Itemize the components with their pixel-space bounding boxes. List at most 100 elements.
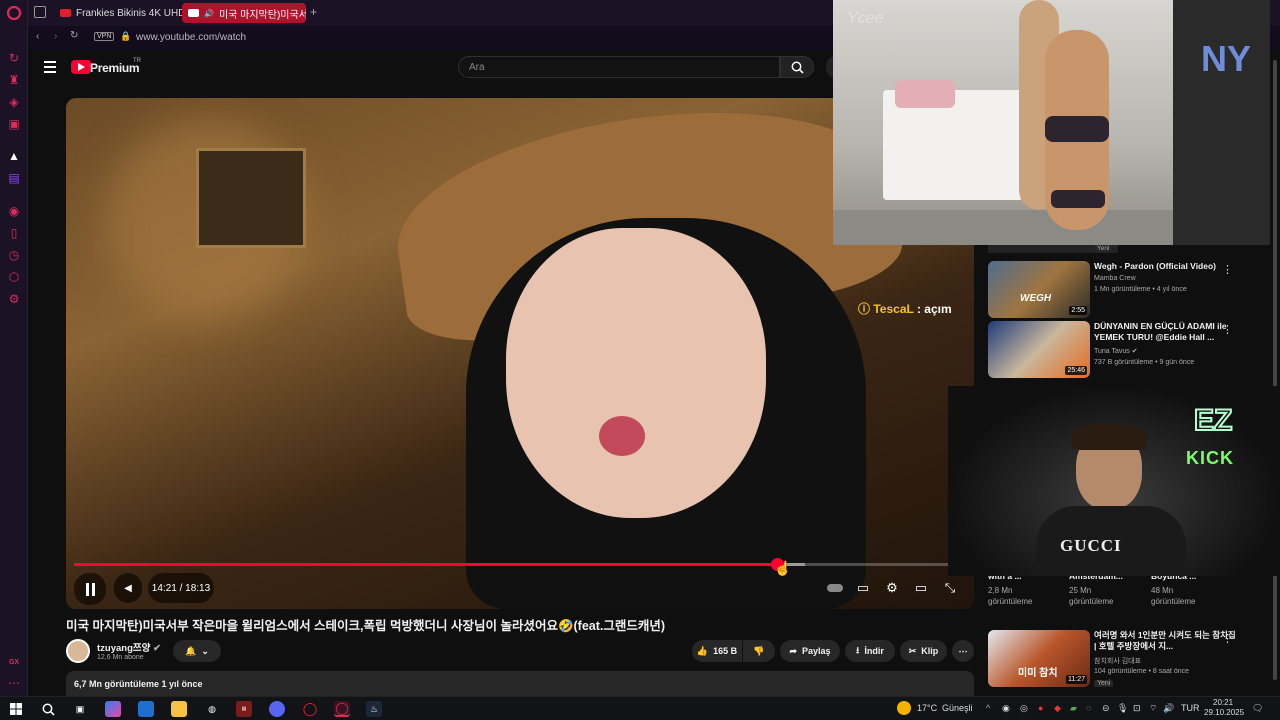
backstage-dark	[1173, 0, 1270, 245]
notifications-icon[interactable]: 🗨	[1252, 703, 1263, 714]
channel-name[interactable]: tzuyang쯔양 ✔	[97, 640, 161, 654]
clip-label: Klip	[921, 646, 939, 656]
tray-steam-icon[interactable]: ◉	[1002, 703, 1010, 714]
rec-title[interactable]: Wegh - Pardon (Official Video)	[1094, 261, 1240, 272]
autoplay-toggle[interactable]	[822, 575, 848, 601]
clock-time[interactable]: 20:21	[1213, 698, 1233, 707]
aria-icon[interactable]: ▲	[6, 148, 22, 164]
voicemeeter-icon[interactable]: ▤	[236, 701, 252, 717]
discord-icon[interactable]	[269, 701, 285, 717]
opera-gx-icon[interactable]: ◯	[334, 701, 350, 717]
fullscreen-icon[interactable]: ⤡	[937, 575, 963, 601]
clock-date[interactable]: 29.10.2025	[1204, 708, 1244, 717]
reload-icon[interactable]: ↻	[70, 30, 78, 41]
bookmark-icon[interactable]: ▯	[6, 225, 22, 241]
extensions-icon[interactable]: ⬡	[6, 269, 22, 285]
like-button[interactable]: 👍 165 B	[692, 640, 742, 662]
messenger-icon[interactable]: ◈	[6, 94, 22, 110]
rec-channel[interactable]: Tuna Tavus ✔	[1094, 347, 1138, 355]
rec-thumbnail[interactable]: 미미 참치 11:27	[988, 630, 1090, 687]
tray-app-icon[interactable]: ◎	[1020, 703, 1028, 714]
rec-menu-icon[interactable]: ⋮	[1222, 632, 1233, 645]
dislike-button[interactable]: 👎	[743, 640, 775, 662]
tray-opera-icon[interactable]: ●	[1038, 703, 1043, 713]
search-input[interactable]: Ara	[458, 56, 780, 78]
rec-menu-icon[interactable]: ⋮	[1222, 323, 1233, 336]
subtitles-icon[interactable]: ▭	[850, 575, 876, 601]
notification-button[interactable]: 🔔 ⌄	[173, 640, 221, 662]
search-button[interactable]	[780, 56, 814, 78]
rec-menu-icon[interactable]: ⋮	[1222, 263, 1233, 276]
tray-app-icon[interactable]: ⊝	[1102, 703, 1110, 714]
url-field[interactable]: www.youtube.com/watch	[136, 32, 246, 43]
copilot-icon[interactable]	[105, 701, 121, 717]
bag-icon[interactable]: ♜	[6, 72, 22, 88]
player-icon[interactable]: ◉	[6, 203, 22, 219]
vpn-badge[interactable]: VPN	[94, 32, 115, 41]
more-icon[interactable]: ⋯	[6, 675, 22, 691]
youtube-premium-label[interactable]: Premium	[90, 61, 140, 75]
settings-icon[interactable]: ⚙	[6, 291, 22, 307]
download-button[interactable]: ⭳ İndir	[845, 640, 895, 662]
download-label: İndir	[864, 646, 884, 656]
search-icon[interactable]	[40, 701, 56, 717]
app-icon[interactable]: ◍	[204, 701, 220, 717]
youtube-logo-icon[interactable]	[71, 60, 91, 74]
tab-frankies-bikinis[interactable]: Frankies Bikinis 4K UHD	[54, 3, 200, 23]
weather-temperature[interactable]: 17°C	[917, 703, 937, 713]
opera-logo-icon[interactable]	[6, 5, 22, 21]
webcam-overlay: GUCCI EZ KICK	[948, 386, 1280, 576]
recommendation-item[interactable]: WEGH 2:55 Wegh - Pardon (Official Video)…	[988, 261, 1268, 318]
gx-icon[interactable]: GX	[6, 654, 22, 670]
volume-icon[interactable]: 🔊	[1163, 703, 1174, 714]
rec-thumbnail[interactable]: WEGH 2:55	[988, 261, 1090, 318]
rec-title[interactable]: DÜNYANIN EN GÜÇLÜ ADAMI ile YEMEK TURU! …	[1094, 321, 1240, 343]
pause-button[interactable]	[74, 573, 106, 605]
rec-thumbnail[interactable]: 25:46	[988, 321, 1090, 378]
scrollbar[interactable]	[1270, 50, 1280, 696]
clip-button[interactable]: ✂ Klip	[900, 640, 947, 662]
rec-title[interactable]: 여러명 와서 1인분만 시켜도 되는 참치집 | 호텔 주방장에서 지...	[1094, 630, 1240, 652]
share-button[interactable]: ➦ Paylaş	[780, 640, 840, 662]
language-indicator[interactable]: TUR	[1181, 703, 1200, 713]
history-icon[interactable]: ◷	[6, 247, 22, 263]
description-box[interactable]: 6,7 Mn görüntüleme 1 yıl önce	[66, 671, 974, 696]
settings-gear-icon[interactable]: ⚙	[879, 575, 905, 601]
rec-channel[interactable]: 참치회사 김대표	[1094, 656, 1141, 666]
microphone-icon[interactable]: 🎙	[1117, 703, 1128, 714]
forward-icon[interactable]: ›	[54, 31, 57, 42]
tab-active-video[interactable]: 🔊 미국 마지막탄)미국서	[182, 3, 306, 23]
scrollbar-thumb[interactable]	[1273, 60, 1277, 680]
task-view-icon[interactable]: ▣	[72, 701, 88, 717]
recommendation-item[interactable]: 미미 참치 11:27 여러명 와서 1인분만 시켜도 되는 참치집 | 호텔 …	[988, 630, 1268, 687]
recommendation-item[interactable]: 25:46 DÜNYANIN EN GÜÇLÜ ADAMI ile YEMEK …	[988, 321, 1268, 378]
new-tab-button[interactable]: +	[310, 5, 317, 19]
wifi-icon[interactable]: ⌔	[1149, 703, 1157, 714]
weather-label[interactable]: Güneşli	[942, 703, 973, 713]
instagram-icon[interactable]: ▣	[6, 116, 22, 132]
picture-frame	[196, 148, 306, 248]
tray-app-icon[interactable]: ⊡	[1133, 703, 1141, 714]
steam-icon[interactable]: ♨	[366, 701, 382, 717]
outlook-icon[interactable]	[138, 701, 154, 717]
back-icon[interactable]: ‹	[36, 31, 39, 42]
weather-sun-icon[interactable]	[897, 701, 911, 715]
country-badge: TR	[133, 58, 141, 64]
refresh-circle-icon[interactable]: ↻	[6, 50, 22, 66]
tray-network-icon[interactable]: ◌	[1086, 703, 1091, 713]
rec-channel[interactable]: Mamba Crew	[1094, 275, 1136, 282]
rec-duration: 2:55	[1069, 306, 1087, 315]
channel-avatar[interactable]	[66, 639, 90, 663]
tray-app-icon[interactable]: ◆	[1054, 703, 1061, 714]
windows-start-icon[interactable]	[8, 701, 24, 717]
theater-mode-icon[interactable]: ▭	[908, 575, 934, 601]
twitch-icon[interactable]: ▤	[6, 170, 22, 186]
file-explorer-icon[interactable]	[171, 701, 187, 717]
tray-chevron-icon[interactable]: ^	[986, 703, 990, 713]
opera-icon[interactable]: ◯	[302, 701, 318, 717]
tray-nvidia-icon[interactable]: ▰	[1070, 703, 1077, 714]
tab-overview-icon[interactable]	[34, 6, 46, 18]
more-actions-button[interactable]: ⋯	[952, 640, 974, 662]
menu-icon[interactable]	[44, 61, 56, 73]
volume-button[interactable]: ◀	[114, 573, 142, 603]
